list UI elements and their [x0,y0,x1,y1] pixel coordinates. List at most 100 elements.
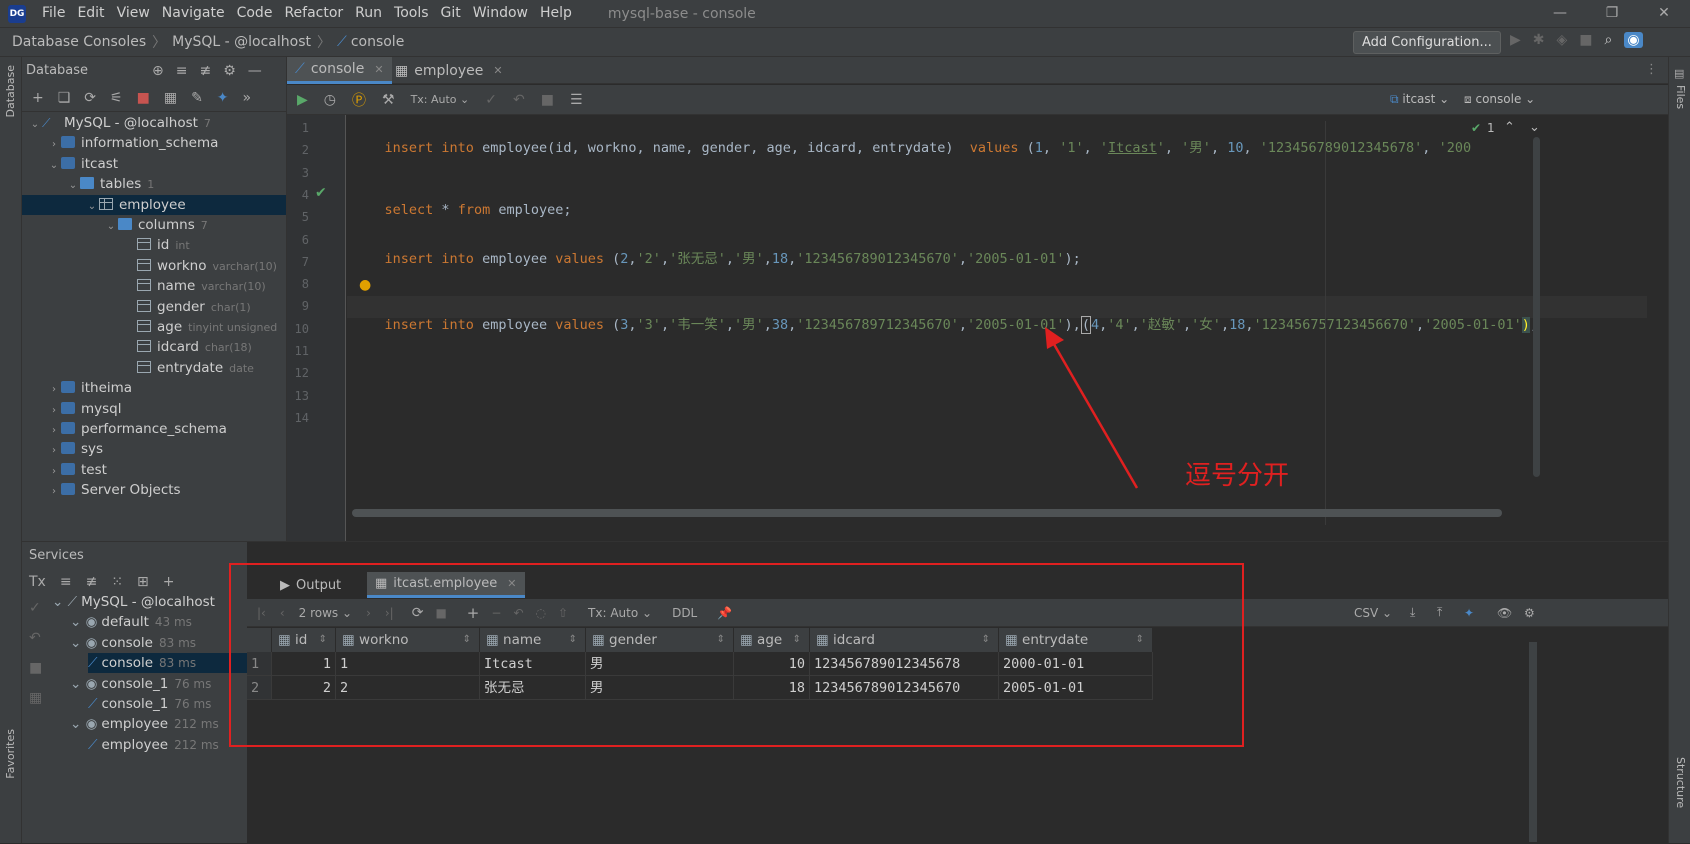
tree-item[interactable]: › test [22,460,286,480]
tree-item[interactable]: id int [22,235,286,255]
chevron-down-icon[interactable]: ⌄ [66,176,80,196]
chevron-down-icon[interactable]: ⌄ [47,156,61,176]
service-item[interactable]: ⌄ ◉ default 43 ms [70,612,192,632]
tree-item[interactable]: › Server Objects [22,480,286,500]
service-item[interactable]: ⟋ employee 212 ms [88,735,219,755]
import-icon[interactable]: ⤒ [1437,605,1442,620]
breadcrumb-console[interactable]: console [351,34,405,50]
new-tab-icon[interactable]: ⊞ [137,574,149,590]
rollback-icon[interactable]: ↶ [29,630,42,646]
restore-icon[interactable]: ❐ [1586,0,1638,27]
chevron-right-icon[interactable]: › [47,421,61,441]
menu-file[interactable]: File [36,0,71,27]
menu-code[interactable]: Code [231,0,279,27]
collapse-all-icon[interactable]: ≢ [199,63,211,79]
expand-all-icon[interactable]: ≡ [176,63,188,79]
transaction-icon[interactable]: Tx [29,574,46,590]
tree-item[interactable]: gender char(1) [22,297,286,317]
tree-item[interactable]: › sys [22,439,286,459]
service-item[interactable]: ⌄ ◉ employee 212 ms [70,714,219,734]
layout-icon[interactable]: ▦ [29,690,42,706]
group-icon[interactable]: ⁙ [111,574,123,590]
menu-bar: DG File Edit View Navigate Code Refactor… [0,0,1690,27]
table-view-icon[interactable]: ▦ [164,90,177,106]
tree-item[interactable]: › itheima [22,378,286,398]
duplicate-icon[interactable]: ❏ [58,90,71,106]
breadcrumb-database-consoles[interactable]: Database Consoles [12,34,146,50]
add-service-icon[interactable]: + [163,574,175,590]
service-item[interactable]: ⌄ ⟋ MySQL - @localhost [52,592,215,612]
target-icon[interactable]: ⊕ [152,63,164,79]
chevron-right-icon[interactable]: › [47,380,61,400]
tree-item[interactable]: ⌄ employee [22,194,286,217]
more-icon[interactable]: » [243,90,252,106]
chevron-right-icon[interactable]: › [47,401,61,421]
coverage-icon[interactable]: ◈ [1557,32,1568,48]
tree-item[interactable]: workno varchar(10) [22,256,286,276]
stop-icon[interactable]: ■ [137,90,150,106]
search-icon[interactable]: ⌕ [1605,32,1613,48]
ide-update-icon[interactable]: ◉ [1624,32,1643,48]
breadcrumb-mysql-localhost[interactable]: MySQL - @localhost [172,34,311,50]
chevron-down-icon[interactable]: ⌄ [28,115,42,135]
gear-icon[interactable]: ⚙ [223,63,236,79]
compare-icon[interactable]: ✦ [1464,606,1474,620]
close-window-icon[interactable]: ✕ [1638,0,1690,27]
chevron-down-icon[interactable]: ⌄ [85,197,99,217]
service-item[interactable]: ⌄ ◉ console 83 ms [70,633,196,653]
menu-view[interactable]: View [111,0,156,27]
menu-navigate[interactable]: Navigate [156,0,231,27]
refresh-icon[interactable]: ⟳ [84,90,96,106]
chevron-right-icon[interactable]: › [47,462,61,482]
tree-item[interactable]: › mysql [22,399,286,419]
chevron-right-icon[interactable]: › [47,441,61,461]
jump-to-console-icon[interactable]: ✦ [217,90,229,106]
hide-panel-icon[interactable]: — [248,63,262,79]
favorites-tool-tab[interactable]: Favorites [4,729,17,779]
tree-item[interactable]: idcard char(18) [22,337,286,357]
results-scrollbar[interactable] [1529,642,1537,842]
stop-icon[interactable]: ■ [29,660,42,676]
structure-tool-tab[interactable]: Structure [1674,757,1687,808]
gear-icon[interactable]: ⚙ [1524,606,1535,620]
debug-icon[interactable]: ✱ [1533,32,1545,48]
export-icon[interactable]: ⤓ [1410,605,1415,620]
tree-item[interactable]: age tinyint unsigned [22,317,286,337]
tree-item[interactable]: ⌄ columns 7 [22,215,286,235]
schema-filter-icon[interactable]: ⚟ [110,90,123,106]
menu-run[interactable]: Run [349,0,388,27]
stop-icon[interactable]: ■ [1579,32,1592,48]
tree-item[interactable]: › information_schema [22,133,286,153]
add-icon[interactable]: + [32,90,44,106]
menu-edit[interactable]: Edit [71,0,110,27]
menu-tools[interactable]: Tools [388,0,435,27]
tree-item[interactable]: ⌄ itcast [22,154,286,174]
tree-item[interactable]: entrydate date [22,358,286,378]
view-icon[interactable]: 👁 [1497,606,1512,620]
menu-git[interactable]: Git [435,0,467,27]
database-tool-tab[interactable]: Database [4,65,17,118]
edit-icon[interactable]: ✎ [191,90,203,106]
minimize-icon[interactable]: — [1534,0,1586,27]
export-format-dropdown[interactable]: CSV ⌄ [1354,606,1392,620]
menu-window[interactable]: Window [467,0,534,27]
service-item[interactable]: ⌄ ◉ console_1 76 ms [70,674,211,694]
chevron-right-icon[interactable]: › [47,482,61,502]
service-item[interactable]: ⟋ console 83 ms [88,653,247,674]
chevron-right-icon[interactable]: › [47,135,61,155]
run-icon[interactable]: ▶ [1510,32,1521,48]
chevron-down-icon[interactable]: ⌄ [104,217,118,237]
menu-refactor[interactable]: Refactor [278,0,349,27]
service-item[interactable]: ⟋ console_1 76 ms [88,694,211,714]
add-configuration-button[interactable]: Add Configuration... [1353,31,1501,54]
commit-icon[interactable]: ✓ [29,600,42,616]
tree-item[interactable]: ⌄ tables 1 [22,174,286,194]
files-tool-tab[interactable]: Files [1674,85,1687,109]
tree-item[interactable]: › performance_schema [22,419,286,439]
expand-all-icon[interactable]: ≡ [60,574,72,590]
tree-item-meta: varchar(10) [201,280,266,294]
collapse-all-icon[interactable]: ≢ [86,574,98,590]
tree-item[interactable]: name varchar(10) [22,276,286,296]
tree-item[interactable]: ⌄ ⟋ MySQL - @localhost 7 [22,113,286,133]
menu-help[interactable]: Help [534,0,578,27]
